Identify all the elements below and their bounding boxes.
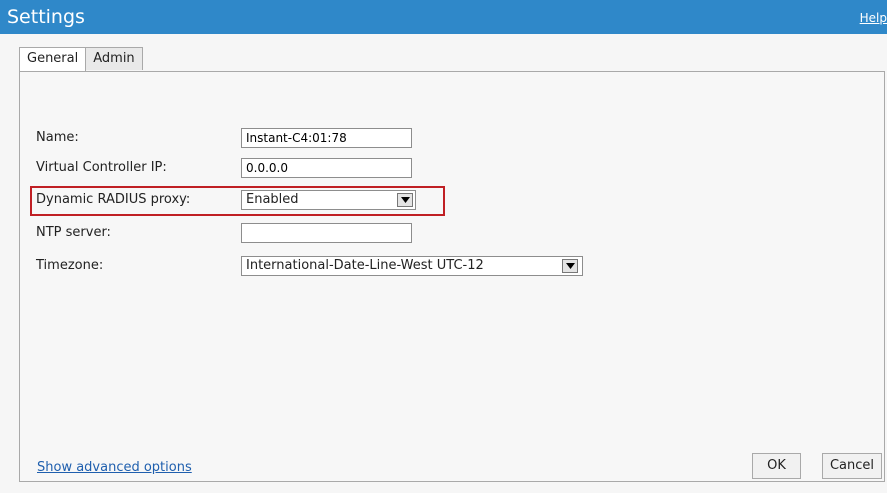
ok-button[interactable]: OK bbox=[752, 453, 801, 479]
name-field[interactable] bbox=[241, 128, 412, 148]
tab-bar: General Admin bbox=[19, 47, 143, 72]
name-label: Name: bbox=[36, 130, 79, 145]
radius-proxy-value: Enabled bbox=[246, 192, 299, 207]
timezone-label: Timezone: bbox=[36, 258, 104, 273]
window-title: Settings bbox=[7, 6, 85, 28]
tab-general[interactable]: General bbox=[19, 47, 87, 72]
ntp-server-field[interactable] bbox=[241, 223, 412, 243]
show-advanced-options-link[interactable]: Show advanced options bbox=[37, 460, 192, 475]
vc-ip-field[interactable] bbox=[241, 158, 412, 178]
cancel-button[interactable]: Cancel bbox=[822, 453, 882, 479]
tab-admin[interactable]: Admin bbox=[85, 47, 143, 70]
radius-proxy-label: Dynamic RADIUS proxy: bbox=[36, 192, 191, 207]
dropdown-arrow-icon[interactable] bbox=[397, 193, 413, 207]
timezone-value: International-Date-Line-West UTC-12 bbox=[246, 258, 484, 273]
ntp-server-label: NTP server: bbox=[36, 225, 111, 240]
radius-proxy-select[interactable]: Enabled bbox=[241, 190, 416, 210]
general-panel: Name: Virtual Controller IP: Dynamic RAD… bbox=[19, 71, 885, 482]
title-bar: Settings Help bbox=[0, 0, 887, 34]
dropdown-arrow-icon[interactable] bbox=[562, 259, 578, 273]
help-link[interactable]: Help bbox=[860, 11, 887, 25]
timezone-select[interactable]: International-Date-Line-West UTC-12 bbox=[241, 256, 583, 276]
settings-dialog: General Admin Name: Virtual Controller I… bbox=[0, 34, 887, 493]
vc-ip-label: Virtual Controller IP: bbox=[36, 160, 167, 175]
